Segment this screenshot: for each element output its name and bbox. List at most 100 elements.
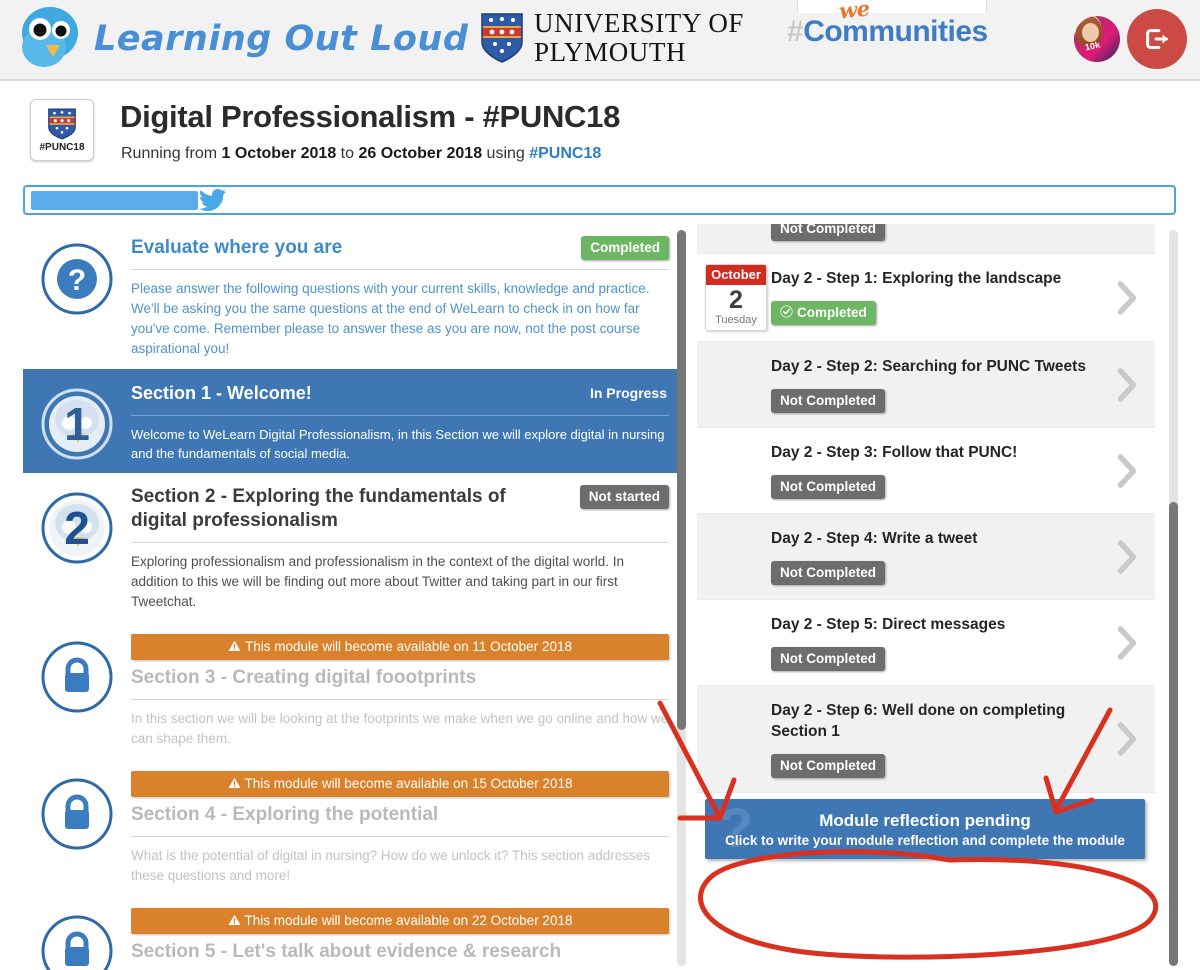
step-status-text: Not Completed xyxy=(780,758,876,773)
course-dates: Running from 1 October 2018 to 26 Octobe… xyxy=(121,145,601,163)
running-suffix: using xyxy=(482,145,530,162)
section-number-2-icon: 2 xyxy=(41,492,113,564)
section-description: Please answer the following questions wi… xyxy=(131,281,650,356)
section-card-1[interactable]: 1 Section 1 - Welcome! In Progress Welcome … xyxy=(23,369,681,473)
wecommunities-logo[interactable]: #Communities we xyxy=(787,0,988,49)
step-chevron[interactable] xyxy=(1099,428,1155,513)
section-divider xyxy=(131,836,669,837)
section-card-2[interactable]: 2 Section 2 - Exploring the fundamentals … xyxy=(23,473,681,622)
step-date-cell xyxy=(697,514,771,599)
step-status-badge: Not Completed xyxy=(771,389,885,413)
section-card-5[interactable]: This module will become available on 22 … xyxy=(23,896,681,970)
university-logo: UNIVERSITY OF PLYMOUTH xyxy=(480,9,744,67)
course-hashtag-link[interactable]: #PUNC18 xyxy=(529,145,601,162)
course-start-date: 1 October 2018 xyxy=(221,145,337,162)
question-mark-watermark: ? xyxy=(719,799,754,859)
course-end-date: 26 October 2018 xyxy=(358,145,483,162)
chevron-right-icon xyxy=(1117,367,1137,402)
date-weekday: Tuesday xyxy=(715,314,757,326)
step-status-badge: Not Completed xyxy=(771,475,885,499)
step-row[interactable]: Day 2 - Step 2: Searching for PUNC Tweet… xyxy=(697,342,1155,428)
chevron-right-icon xyxy=(1117,625,1137,660)
section-status-badge: In Progress xyxy=(589,385,667,401)
step-row[interactable]: Day 2 - Step 4: Write a tweet Not Complet… xyxy=(697,514,1155,600)
step-title: Day 2 - Step 6: Well done on completing … xyxy=(771,702,1066,740)
avatar-badge: 10k xyxy=(1084,39,1101,53)
svg-text:?: ? xyxy=(68,264,86,297)
communities-name: Communities xyxy=(803,15,988,48)
course-header: #PUNC18 Digital Professionalism - #PUNC1… xyxy=(0,83,1200,178)
step-main: Day 2 - Step 6: Well done on completing … xyxy=(771,686,1099,792)
section-description: What is the potential of digital in nurs… xyxy=(131,848,651,883)
section-title: Section 2 - Exploring the fundamentals o… xyxy=(131,486,506,531)
sections-panel[interactable]: ? Evaluate where you are Completed Please a… xyxy=(23,224,688,970)
university-name: UNIVERSITY OF PLYMOUTH xyxy=(534,9,744,67)
step-chevron[interactable] xyxy=(1099,686,1155,792)
warning-triangle-icon xyxy=(228,914,241,926)
left-panel-scrollbar-thumb[interactable] xyxy=(677,230,686,730)
step-main: Day 2 - Step 2: Searching for PUNC Tweet… xyxy=(771,342,1099,427)
course-progress-bar xyxy=(23,185,1176,215)
section-icon-wrap: ? xyxy=(23,236,131,359)
logout-button[interactable] xyxy=(1127,9,1187,69)
welearn-course-page: Learning Out Loud UNIVERSITY OF PLYMOUTH… xyxy=(0,0,1200,970)
browser-tab-remnant xyxy=(797,0,987,13)
step-chevron[interactable] xyxy=(1099,514,1155,599)
lock-circle-icon xyxy=(41,915,113,970)
section-card-0[interactable]: ? Evaluate where you are Completed Please a… xyxy=(23,224,681,369)
avatar[interactable]: 10k xyxy=(1074,16,1120,62)
step-chevron[interactable] xyxy=(1099,600,1155,685)
module-reflection-title: Module reflection pending xyxy=(819,810,1031,830)
chevron-right-icon xyxy=(1117,280,1137,315)
date-month: October xyxy=(706,265,766,285)
twitter-bird-icon xyxy=(198,188,227,214)
right-panel-scrollbar-thumb[interactable] xyxy=(1169,502,1178,966)
step-main: Day 2 - Step 1: Exploring the landscape C… xyxy=(771,254,1099,341)
section-card-3[interactable]: This module will become available on 11 … xyxy=(23,622,681,759)
section-availability-warning: This module will become available on 15 … xyxy=(131,771,669,797)
section-card-4[interactable]: This module will become available on 15 … xyxy=(23,759,681,896)
check-circle-icon xyxy=(780,305,793,318)
section-title: Section 3 - Creating digital foootprints xyxy=(131,667,477,688)
section-availability-warning: This module will become available on 22 … xyxy=(131,908,669,934)
step-status-text: Not Completed xyxy=(780,479,876,494)
step-main: Day 2 - Step 3: Follow that PUNC! Not Com… xyxy=(771,428,1099,513)
section-icon-wrap xyxy=(23,771,131,886)
step-row[interactable]: Day 2 - Step 5: Direct messages Not Compl… xyxy=(697,600,1155,686)
module-reflection-button[interactable]: ? Module reflection pending Click to write… xyxy=(705,799,1145,859)
step-chevron[interactable] xyxy=(1099,254,1155,341)
step-chevron[interactable] xyxy=(1099,342,1155,427)
left-panel-scrollbar[interactable] xyxy=(677,230,686,966)
step-status-text: Completed xyxy=(797,305,867,320)
step-status-badge: Completed xyxy=(771,301,876,325)
university-line-1: UNIVERSITY OF xyxy=(534,8,745,38)
step-row[interactable]: Day 2 - Step 3: Follow that PUNC! Not Com… xyxy=(697,428,1155,514)
step-status-text: Not Completed xyxy=(780,651,876,666)
svg-text:1: 1 xyxy=(64,398,90,450)
brand-logo[interactable]: Learning Out Loud xyxy=(14,3,468,75)
running-mid: to xyxy=(336,145,359,162)
section-availability-text: This module will become available on 22 … xyxy=(244,913,573,928)
logout-icon xyxy=(1146,29,1168,49)
right-panel-scrollbar[interactable] xyxy=(1169,230,1178,966)
module-reflection-subtitle: Click to write your module reflection an… xyxy=(725,832,1125,848)
step-date-cell: October 2 Tuesday xyxy=(697,254,771,341)
plymouth-shield-icon xyxy=(48,108,76,140)
step-title: Day 2 - Step 3: Follow that PUNC! xyxy=(771,444,1018,461)
communities-we-script: we xyxy=(837,0,871,24)
section-availability-warning: This module will become available on 11 … xyxy=(131,634,669,660)
step-row[interactable]: Not Completed xyxy=(697,224,1155,254)
chevron-right-icon xyxy=(1117,722,1137,756)
course-logo: #PUNC18 xyxy=(30,99,94,161)
chevron-right-icon xyxy=(1117,539,1137,574)
question-mark-circle-icon: ? xyxy=(41,243,113,315)
step-status-badge: Not Completed xyxy=(771,224,885,241)
step-title: Day 2 - Step 5: Direct messages xyxy=(771,616,1006,633)
section-divider xyxy=(131,699,669,700)
steps-panel[interactable]: Not Completed October 2 Tuesday Day 2 - Step… xyxy=(697,224,1165,970)
step-row[interactable]: Day 2 - Step 6: Well done on completing … xyxy=(697,686,1155,793)
lock-circle-icon xyxy=(41,641,113,713)
step-row[interactable]: October 2 Tuesday Day 2 - Step 1: Exploring… xyxy=(697,254,1155,342)
section-divider xyxy=(131,542,669,543)
section-body: Section 2 - Exploring the fundamentals o… xyxy=(131,485,681,612)
